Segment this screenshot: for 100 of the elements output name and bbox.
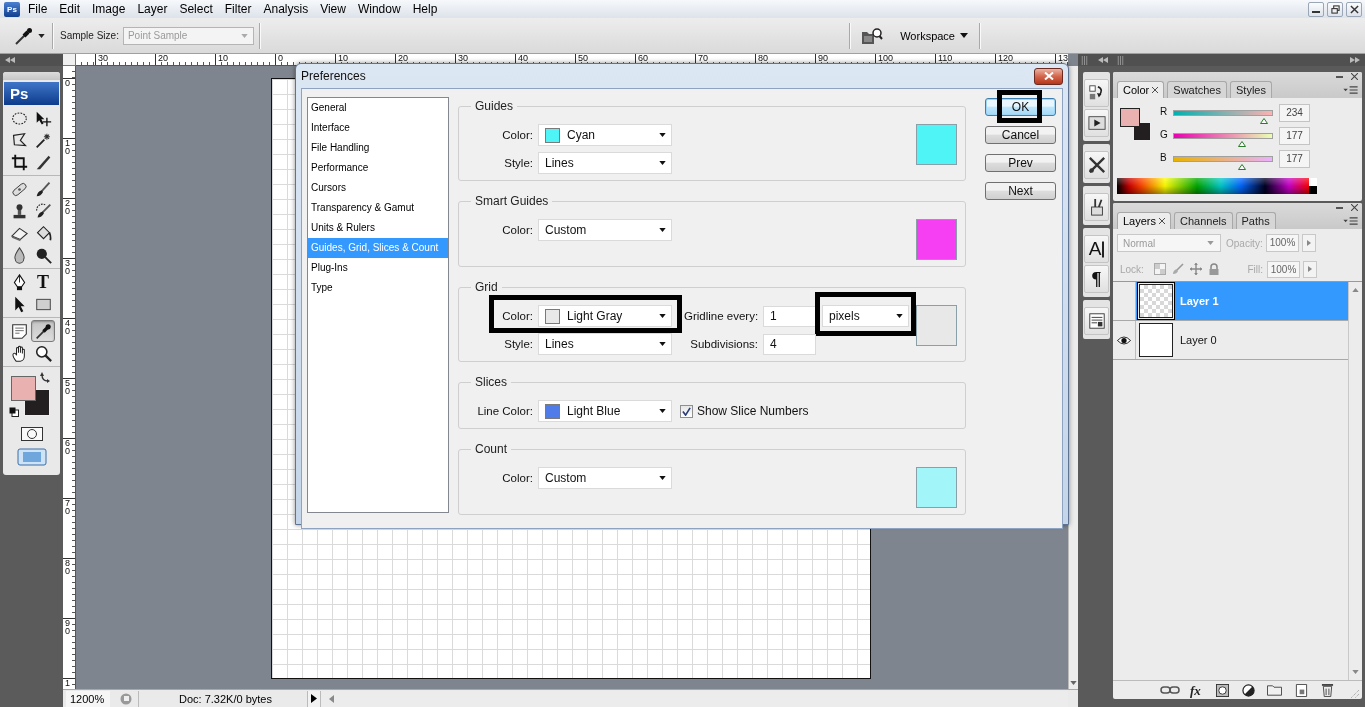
dock-button[interactable] [1084, 151, 1109, 179]
dropdown[interactable]: Lines [538, 333, 672, 355]
number-field[interactable]: 4 [763, 333, 816, 355]
menu-item[interactable]: Analysis [257, 0, 315, 18]
menu-item[interactable]: File [22, 0, 54, 18]
opacity-slider-button[interactable] [1302, 234, 1316, 252]
menu-item[interactable]: Select [173, 0, 219, 18]
scroll-up-icon[interactable] [1352, 288, 1359, 292]
menu-item[interactable]: Layer [131, 0, 174, 18]
scroll-left-icon[interactable] [329, 694, 334, 703]
panel-menu-icon[interactable] [1343, 217, 1358, 225]
folder-icon[interactable] [1266, 684, 1282, 696]
status-menu-button[interactable] [307, 690, 321, 707]
menu-item[interactable]: View [314, 0, 352, 18]
dock-button[interactable]: ¶ [1084, 265, 1109, 293]
category-item[interactable]: Units & Rulers [308, 218, 448, 238]
dialog-button[interactable]: Prev [985, 154, 1056, 172]
dropdown[interactable]: Light Gray [538, 305, 672, 327]
category-item[interactable]: Interface [308, 118, 448, 138]
category-item[interactable]: File Handling [308, 138, 448, 158]
value-field[interactable]: 234 [1279, 104, 1310, 122]
value-field[interactable]: 177 [1279, 150, 1310, 168]
panel-tab[interactable]: Swatches [1167, 81, 1227, 98]
menu-item[interactable]: Filter [218, 0, 258, 18]
number-field[interactable]: 1 [763, 305, 816, 327]
dropdown[interactable]: pixels [822, 305, 909, 327]
panel-tab[interactable]: Channels [1174, 212, 1233, 229]
grip-bar[interactable] [3, 72, 60, 80]
caret-icon [659, 409, 666, 413]
slider-thumb[interactable] [1238, 164, 1246, 170]
grip-icon[interactable] [1117, 55, 1124, 65]
trash-icon[interactable] [1320, 683, 1334, 697]
checkbox[interactable] [680, 404, 693, 418]
dropdown[interactable]: Cyan [538, 124, 672, 146]
panel-menu-icon[interactable] [1343, 86, 1358, 94]
collapse-icon[interactable] [1098, 57, 1108, 63]
close-icon[interactable] [1159, 218, 1166, 224]
menu-item[interactable]: Window [351, 0, 407, 18]
close-icon [1043, 72, 1054, 80]
minimize-icon[interactable] [1336, 206, 1343, 209]
category-item[interactable]: Type [308, 278, 448, 298]
dock-button[interactable] [1084, 79, 1109, 107]
zoom-field[interactable]: 1200% [66, 690, 110, 707]
quick-mask-button[interactable] [19, 427, 44, 443]
panel-tab[interactable]: Color [1117, 81, 1165, 98]
half-circle-icon[interactable] [1241, 683, 1255, 697]
close-button[interactable] [1034, 67, 1063, 85]
close-button[interactable] [1346, 1, 1362, 17]
tool-button[interactable] [31, 320, 55, 342]
menu-item[interactable]: Image [86, 0, 132, 18]
swap-arrows-icon[interactable] [40, 371, 50, 383]
restore-button[interactable] [1327, 1, 1343, 17]
panel-tab[interactable]: Paths [1235, 212, 1276, 229]
dock-button[interactable]: A [1084, 235, 1109, 263]
dropdown[interactable]: Light Blue [538, 400, 672, 422]
minimize-icon[interactable] [1336, 75, 1343, 78]
field-label: Subdivisions: [689, 338, 758, 350]
color-swatches-icon[interactable] [11, 376, 50, 416]
new-page-icon[interactable] [1294, 683, 1308, 697]
dropdown[interactable]: Lines [538, 152, 672, 174]
dialog-button[interactable]: Cancel [985, 126, 1056, 144]
expand-icon[interactable] [1350, 57, 1360, 63]
dock-button[interactable] [1084, 193, 1109, 221]
link-icon[interactable] [1160, 686, 1180, 694]
move-cross-icon[interactable] [1189, 263, 1202, 275]
checker-icon[interactable] [1153, 263, 1166, 275]
slider-thumb[interactable] [1259, 118, 1268, 124]
default-colors-icon[interactable] [9, 407, 19, 417]
minimize-button[interactable] [1308, 1, 1324, 17]
dock-button[interactable] [1084, 307, 1109, 335]
close-icon[interactable] [1351, 73, 1358, 80]
padlock-icon[interactable] [1207, 263, 1220, 275]
slider-thumb[interactable] [1238, 141, 1246, 147]
grip-icon[interactable] [1081, 55, 1088, 65]
caret-icon [659, 161, 666, 165]
dropdown[interactable]: Custom [538, 467, 672, 489]
fill-slider-button[interactable] [1303, 260, 1317, 278]
panel-tab[interactable]: Styles [1230, 81, 1272, 98]
workspace-button[interactable]: Workspace [896, 24, 972, 47]
panel-tab[interactable]: Layers [1117, 212, 1172, 229]
color-spectrum[interactable] [1117, 178, 1317, 194]
resize-grip-icon[interactable] [1351, 690, 1359, 698]
dock-button[interactable] [1084, 109, 1109, 137]
dialog-button[interactable]: Next [985, 182, 1056, 200]
category-item[interactable]: Plug-Ins [308, 258, 448, 278]
category-item[interactable]: Cursors [308, 178, 448, 198]
category-item[interactable]: Performance [308, 158, 448, 178]
menu-item[interactable]: Help [406, 0, 444, 18]
value-field[interactable]: 177 [1279, 127, 1310, 145]
category-item[interactable]: Transparency & Gamut [308, 198, 448, 218]
dropdown[interactable]: Custom [538, 219, 672, 241]
mask-icon[interactable] [1215, 683, 1229, 697]
close-icon[interactable] [1152, 87, 1159, 93]
scroll-down-icon[interactable] [1352, 670, 1359, 674]
category-item[interactable]: General [308, 98, 448, 118]
effects-button[interactable]: fx [1188, 682, 1203, 698]
collapse-icon[interactable] [5, 57, 15, 63]
close-icon[interactable] [1351, 204, 1358, 211]
scroll-down-icon[interactable] [1070, 681, 1077, 685]
menu-item[interactable]: Edit [53, 0, 87, 18]
